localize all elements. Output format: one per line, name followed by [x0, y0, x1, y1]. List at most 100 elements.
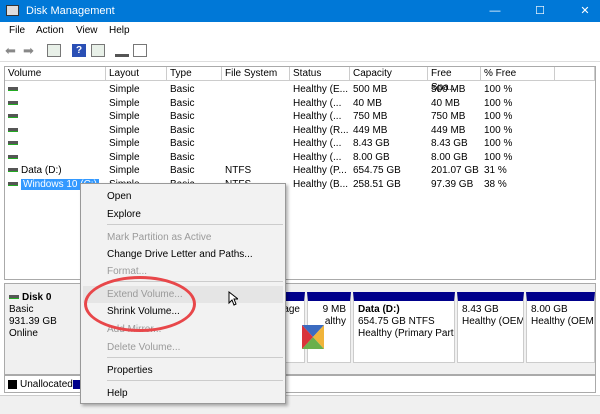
- column-header-volume[interactable]: Volume: [5, 67, 106, 81]
- menu-item-change-drive-letter-and-paths[interactable]: Change Drive Letter and Paths...: [83, 246, 283, 263]
- table-cell: 750 MB: [353, 111, 388, 122]
- menu-item-properties[interactable]: Properties: [83, 362, 283, 379]
- menu-file[interactable]: File: [9, 25, 25, 36]
- table-cell: [8, 124, 105, 137]
- table-row[interactable]: Simple Basic Healthy (R... 449 MB 449 MB 100 …: [5, 124, 595, 138]
- console-tree-icon[interactable]: [47, 44, 61, 57]
- connect-icon[interactable]: [115, 44, 129, 57]
- table-cell: [8, 97, 105, 110]
- properties-icon[interactable]: [133, 44, 147, 57]
- table-cell: [8, 151, 105, 164]
- volume-icon: [8, 114, 18, 119]
- table-cell: 38 %: [484, 178, 507, 190]
- table-row[interactable]: Simple Basic Healthy (E... 500 MB 500 MB 100 …: [5, 83, 595, 97]
- help-icon[interactable]: ?: [72, 44, 86, 57]
- table-cell: 449 MB: [431, 124, 466, 136]
- column-header-free-space[interactable]: Free Spa...: [428, 67, 481, 93]
- table-cell: Healthy (P...: [293, 165, 347, 176]
- menu-item-mark-partition-as-active: Mark Partition as Active: [107, 232, 212, 243]
- menu-separator: [107, 224, 283, 225]
- show-pane-icon[interactable]: [91, 44, 105, 57]
- partition-data-d[interactable]: Data (D:) 654.75 GB NTFS Healthy (Primary …: [353, 292, 455, 363]
- menu-help[interactable]: Help: [109, 25, 130, 36]
- table-cell: 31 %: [484, 165, 507, 176]
- unallocated-swatch-icon: [8, 380, 17, 389]
- column-header-file-system[interactable]: File System: [222, 67, 290, 81]
- volume-icon: [8, 181, 18, 186]
- close-button[interactable]: ✕: [570, 0, 600, 22]
- table-row[interactable]: Simple Basic Healthy (... 8.00 GB 8.00 GB 100…: [5, 151, 595, 165]
- disk-name: Disk 0: [22, 292, 52, 303]
- table-cell: Basic: [170, 151, 195, 163]
- disk-state: Online: [9, 328, 38, 339]
- table-cell: Simple: [109, 124, 140, 136]
- disk-size: 931.39 GB: [9, 316, 57, 327]
- volume-icon: [8, 141, 18, 146]
- menu-action[interactable]: Action: [36, 25, 64, 36]
- menu-item-open[interactable]: Open: [83, 188, 283, 205]
- table-cell: 750 MB: [431, 111, 466, 122]
- table-cell: 100 %: [484, 124, 513, 136]
- table-cell: Basic: [170, 97, 195, 109]
- minimize-button[interactable]: —: [480, 0, 510, 22]
- table-cell: Simple: [109, 165, 140, 176]
- volume-icon: [8, 87, 18, 92]
- table-cell: 100 %: [484, 138, 513, 149]
- column-header-status[interactable]: Status: [290, 67, 350, 81]
- table-cell: 100 %: [484, 84, 513, 95]
- table-cell: Healthy (...: [293, 97, 342, 109]
- watermark-logo-icon: [302, 325, 324, 349]
- table-cell: 654.75 GB: [353, 165, 401, 176]
- table-cell: Healthy (...: [293, 111, 342, 122]
- table-cell: Simple: [109, 84, 140, 95]
- table-cell: Healthy (E...: [293, 84, 349, 95]
- table-cell: Basic: [170, 111, 195, 122]
- table-cell: 8.00 GB: [431, 151, 468, 163]
- table-cell: NTFS: [225, 165, 252, 176]
- table-cell: 8.43 GB: [431, 138, 468, 149]
- menu-view[interactable]: View: [76, 25, 98, 36]
- table-cell: 500 MB: [353, 84, 388, 95]
- menu-item-format: Format...: [107, 266, 148, 277]
- table-row[interactable]: Simple Basic Healthy (... 8.43 GB 8.43 GB 100…: [5, 137, 595, 151]
- table-cell: 100 %: [484, 97, 513, 109]
- forward-icon[interactable]: ➡: [23, 44, 37, 57]
- table-cell: [8, 137, 105, 150]
- partition-oem-2[interactable]: 8.00 GB Healthy (OEM: [526, 292, 595, 363]
- table-cell: 40 MB: [353, 97, 382, 109]
- column-header-percent-free[interactable]: % Free: [481, 67, 555, 81]
- table-row[interactable]: Simple Basic Healthy (... 750 MB 750 MB 100 %: [5, 110, 595, 124]
- table-row[interactable]: Data (D:) Simple Basic NTFS Healthy (P... 654…: [5, 164, 595, 178]
- volume-name: Data (D:): [21, 165, 62, 176]
- table-cell: [8, 110, 105, 123]
- partition-oem-1[interactable]: 8.43 GB Healthy (OEM: [457, 292, 524, 363]
- maximize-button[interactable]: ☐: [525, 0, 555, 22]
- disk-0-info[interactable]: Disk 0 Basic 931.39 GB Online: [9, 292, 57, 340]
- table-cell: Simple: [109, 151, 140, 163]
- volume-icon: [8, 168, 18, 173]
- table-cell: 449 MB: [353, 124, 388, 136]
- legend-unallocated: Unallocated: [20, 379, 73, 390]
- disk-management-icon: [6, 5, 19, 16]
- title-bar: Disk Management — ☐ ✕: [0, 0, 600, 22]
- column-header-type[interactable]: Type: [167, 67, 222, 81]
- highlight-circle: [84, 276, 196, 332]
- volume-icon: [8, 154, 18, 159]
- partition-status: Healthy (Primary Part: [358, 328, 454, 339]
- table-row[interactable]: Simple Basic Healthy (... 40 MB 40 MB 100 %: [5, 97, 595, 111]
- menu-item-explore[interactable]: Explore: [83, 206, 283, 223]
- menu-separator: [107, 380, 283, 381]
- table-cell: 8.00 GB: [353, 151, 390, 163]
- menu-item-help[interactable]: Help: [83, 385, 283, 402]
- table-cell: 100 %: [484, 111, 513, 122]
- table-cell: Simple: [109, 111, 140, 122]
- back-icon[interactable]: ⬅: [5, 44, 19, 57]
- table-cell: 100 %: [484, 151, 513, 163]
- window-title: Disk Management: [26, 5, 115, 17]
- disk-icon: [9, 295, 19, 300]
- partition-status: Healthy (OEM: [462, 316, 524, 327]
- disk-type: Basic: [9, 304, 34, 315]
- column-header-capacity[interactable]: Capacity: [350, 67, 428, 81]
- partition-size: 654.75 GB NTFS: [358, 316, 435, 327]
- column-header-layout[interactable]: Layout: [106, 67, 167, 81]
